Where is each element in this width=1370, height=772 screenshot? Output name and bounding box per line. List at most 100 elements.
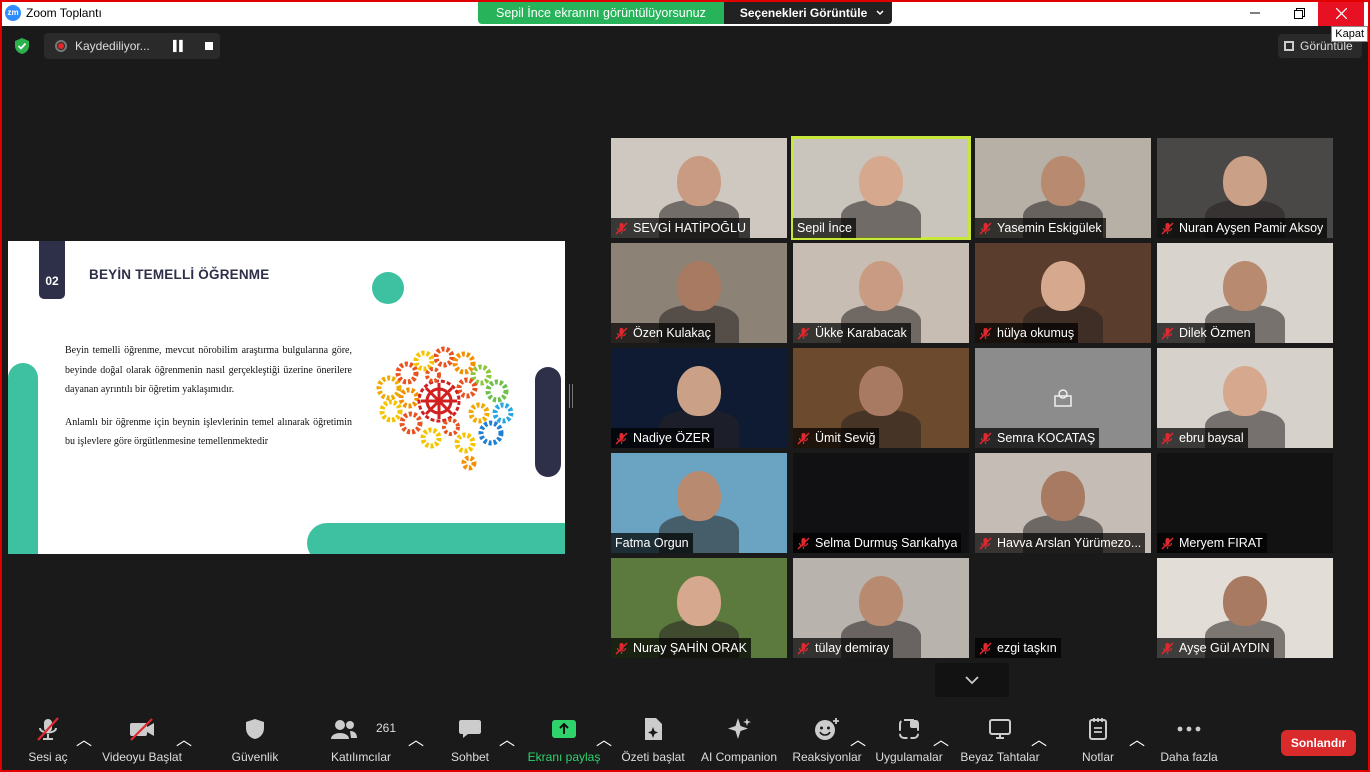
participant-name-bar: Yasemin Eskigülek [975, 218, 1106, 238]
participant-tile[interactable]: Ayşe Gül AYDIN [1157, 558, 1333, 658]
participant-video-face [1223, 156, 1267, 206]
video-camera-off-icon [130, 718, 154, 741]
more-button[interactable]: Daha fazla [1160, 712, 1218, 770]
participant-tile[interactable]: Sepil İnce [791, 136, 971, 240]
notes-button[interactable]: Notlar [1080, 712, 1116, 770]
participant-tile[interactable]: hülya okumuş [975, 243, 1151, 343]
microphone-muted-icon [1161, 536, 1174, 550]
maximize-button[interactable] [1276, 0, 1322, 26]
participant-tile[interactable]: Ükke Karabacak [793, 243, 969, 343]
participant-tile[interactable]: Havva Arslan Yürümezo... [975, 453, 1151, 553]
participant-name-bar: Ümit Seviğ [793, 428, 880, 448]
microphone-muted-icon [979, 221, 992, 235]
unmute-button[interactable]: Sesi aç [28, 712, 68, 770]
participant-tile[interactable]: Dilek Özmen [1157, 243, 1333, 343]
chat-options-chevron[interactable]: ︿ [499, 726, 515, 750]
audio-options-chevron[interactable]: ︿ [76, 726, 92, 750]
participant-tile[interactable]: ebru baysal [1157, 348, 1333, 448]
chat-label: Sohbet [450, 750, 490, 764]
recording-dot-icon [55, 40, 67, 52]
participant-name: hülya okumuş [997, 326, 1075, 340]
microphone-muted-icon [615, 431, 628, 445]
ai-companion-button[interactable]: AI Companion [700, 712, 778, 770]
participants-button[interactable]: 261 Katılımcılar [330, 712, 396, 770]
start-video-button[interactable]: Videoyu Başlat [102, 712, 182, 770]
participant-name: Ükke Karabacak [815, 326, 907, 340]
whiteboard-icon [989, 719, 1011, 739]
participant-video-face [677, 366, 721, 416]
whiteboards-label: Beyaz Tahtalar [960, 750, 1040, 764]
participant-tile[interactable]: Yasemin Eskigülek [975, 138, 1151, 238]
microphone-muted-icon [1161, 641, 1174, 655]
close-window-button[interactable] [1318, 0, 1364, 26]
recording-indicator: Kaydediliyor... ▌▌ [44, 33, 220, 59]
microphone-muted-icon [979, 536, 992, 550]
participant-tile[interactable]: SEVGİ HATİPOĞLU [611, 138, 787, 238]
reactions-options-chevron[interactable]: ︿ [850, 726, 866, 750]
share-screen-button[interactable]: Ekranı paylaş [528, 712, 600, 770]
participant-tile[interactable]: Nuran Ayşen Pamir Aksoy [1157, 138, 1333, 238]
stop-recording-button[interactable] [205, 42, 214, 50]
participant-tile[interactable]: tülay demiray [793, 558, 969, 658]
participant-name-bar: hülya okumuş [975, 323, 1079, 343]
view-options-button[interactable]: Seçenekleri Görüntüle [723, 2, 892, 24]
participant-name: Özen Kulakaç [633, 326, 711, 340]
recording-label: Kaydediliyor... [75, 39, 150, 53]
participant-tile[interactable]: Nuray ŞAHİN ORAK [611, 558, 787, 658]
share-options-chevron[interactable]: ︿ [596, 726, 612, 750]
slide-decor-circle [372, 272, 404, 304]
apps-options-chevron[interactable]: ︿ [933, 726, 949, 750]
video-options-chevron[interactable]: ︿ [176, 726, 192, 750]
more-dots-icon [1177, 726, 1201, 732]
participant-tile[interactable]: Meryem FIRAT [1157, 453, 1333, 553]
participant-name-bar: Semra KOCATAŞ [975, 428, 1100, 448]
participant-video-face [859, 576, 903, 626]
participants-label: Katılımcılar [330, 750, 391, 764]
slide-paragraph-1: Beyin temelli öğrenme, mevcut nörobilim … [65, 345, 352, 395]
apps-label: Uygulamalar [875, 750, 943, 764]
participant-tile[interactable]: Semra KOCATAŞ [975, 348, 1151, 448]
whiteboards-button[interactable]: Beyaz Tahtalar [960, 712, 1040, 770]
chat-button[interactable]: Sohbet [449, 712, 491, 770]
start-summary-button[interactable]: Özeti başlat [621, 712, 685, 770]
start-summary-label: Özeti başlat [621, 750, 685, 764]
participant-tile[interactable]: Ümit Seviğ [793, 348, 969, 448]
notes-options-chevron[interactable]: ︿ [1129, 726, 1145, 750]
summary-document-icon [645, 718, 662, 740]
security-button[interactable]: Güvenlik [232, 712, 278, 770]
participant-name-bar: ebru baysal [1157, 428, 1248, 448]
participant-tile[interactable]: Nadiye ÖZER [611, 348, 787, 448]
participant-name-bar: Selma Durmuş Sarıkahya [793, 533, 962, 553]
ai-companion-label: AI Companion [700, 750, 778, 764]
window-title: Zoom Toplantı [26, 6, 102, 20]
sparkle-icon [728, 718, 751, 739]
participant-name: Meryem FIRAT [1179, 536, 1263, 550]
microphone-muted-icon [979, 326, 992, 340]
participant-name-bar: Dilek Özmen [1157, 323, 1255, 343]
participant-name: Havva Arslan Yürümezo... [997, 536, 1142, 550]
microphone-muted-icon [615, 641, 628, 655]
participant-video-face [1041, 471, 1085, 521]
participants-options-chevron[interactable]: ︿ [408, 726, 424, 750]
participant-video-face [1223, 261, 1267, 311]
participant-tile[interactable]: ezgi taşkın [975, 558, 1151, 658]
pause-recording-button[interactable]: ▌▌ [173, 41, 186, 52]
notes-label: Notlar [1081, 750, 1114, 764]
participant-tile[interactable]: Fatma Orgun [611, 453, 787, 553]
reactions-label: Reaksiyonlar [792, 750, 862, 764]
apps-icon [899, 719, 919, 739]
participant-name-bar: Özen Kulakaç [611, 323, 715, 343]
participant-video-face [677, 261, 721, 311]
whiteboards-options-chevron[interactable]: ︿ [1031, 726, 1047, 750]
panel-resize-handle[interactable] [569, 384, 573, 408]
participant-tile[interactable]: Özen Kulakaç [611, 243, 787, 343]
microphone-muted-icon [1161, 431, 1174, 445]
microphone-muted-icon [1161, 326, 1174, 340]
end-meeting-button[interactable]: Sonlandır [1281, 730, 1356, 756]
participant-tile[interactable]: Selma Durmuş Sarıkahya [793, 453, 969, 553]
minimize-button[interactable] [1232, 0, 1278, 26]
view-grid-icon [1284, 41, 1294, 51]
participant-video-face [677, 471, 721, 521]
encryption-shield-icon[interactable] [13, 37, 31, 55]
gallery-scroll-down-button[interactable] [935, 663, 1009, 697]
